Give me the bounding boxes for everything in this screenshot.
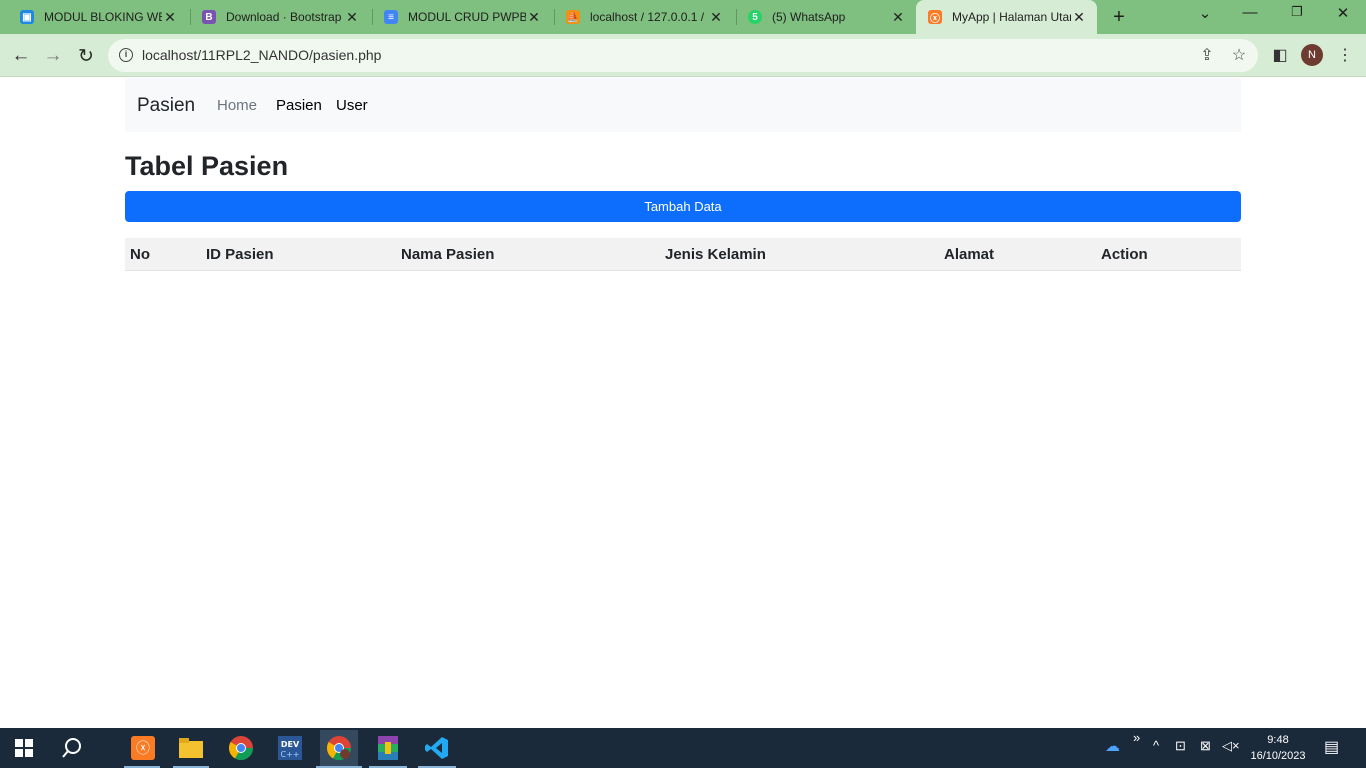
- network-icon[interactable]: ⊡: [1175, 738, 1186, 754]
- bookmark-star-icon[interactable]: ☆: [1228, 45, 1250, 65]
- column-header: Nama Pasien: [401, 246, 495, 263]
- browser-toolbar: ← → ↻ i localhost/11RPL2_NANDO/pasien.ph…: [0, 34, 1366, 77]
- browser-tab[interactable]: B Download · Bootstrap ✕: [190, 0, 370, 34]
- svg-text:DEV: DEV: [281, 740, 300, 749]
- nav-link-home[interactable]: Home: [217, 97, 257, 114]
- meet-now-icon[interactable]: ⊠: [1200, 738, 1211, 754]
- column-header: No: [130, 246, 150, 263]
- browser-tab[interactable]: ≡ MODUL CRUD PWPB ✕: [372, 0, 552, 34]
- svg-text:ⓧ: ⓧ: [136, 741, 150, 757]
- clock-time: 9:48: [1267, 734, 1289, 746]
- window-close-icon[interactable]: ✕: [1333, 4, 1353, 22]
- address-bar[interactable]: i localhost/11RPL2_NANDO/pasien.php ⇪ ☆: [108, 39, 1258, 72]
- tab-title: Download · Bootstrap: [226, 10, 342, 24]
- close-icon[interactable]: ✕: [708, 9, 724, 26]
- table-header-row: No ID Pasien Nama Pasien Jenis Kelamin A…: [125, 238, 1241, 271]
- tab-title: localhost / 127.0.0.1 /: [590, 10, 705, 24]
- site-info-icon[interactable]: i: [119, 48, 133, 62]
- tab-title: MODUL BLOKING WEB: [44, 10, 162, 24]
- file-explorer-icon[interactable]: [177, 734, 205, 762]
- bootstrap-icon: B: [202, 10, 216, 24]
- reload-icon[interactable]: ↻: [73, 43, 99, 69]
- show-hidden-icons-icon[interactable]: ^: [1153, 738, 1159, 753]
- xampp-icon: ⓧ: [928, 10, 942, 25]
- browser-tab-active[interactable]: ⓧ MyApp | Halaman Utama ✕: [916, 0, 1097, 34]
- search-icon[interactable]: [58, 734, 86, 762]
- menu-kebab-icon[interactable]: ⋮: [1335, 45, 1355, 65]
- volume-muted-icon[interactable]: ◁×: [1222, 738, 1240, 754]
- side-panel-icon[interactable]: ◧: [1270, 45, 1290, 65]
- column-header: Action: [1101, 246, 1148, 263]
- site-navbar: Pasien Home Pasien User: [125, 78, 1241, 132]
- tab-title: (5) WhatsApp: [772, 10, 846, 24]
- clock-date: 16/10/2023: [1250, 750, 1306, 762]
- devc-icon[interactable]: DEV C++: [276, 734, 304, 762]
- system-clock[interactable]: 9:48 16/10/2023: [1246, 732, 1310, 764]
- google-classroom-icon: ▣: [20, 10, 34, 24]
- close-icon[interactable]: ✕: [526, 9, 542, 26]
- overflow-chevron-icon[interactable]: »: [1133, 730, 1140, 745]
- close-icon[interactable]: ✕: [344, 9, 360, 26]
- chrome-icon[interactable]: [227, 734, 255, 762]
- svg-text:C++: C++: [281, 750, 300, 759]
- column-header: Alamat: [944, 246, 995, 263]
- vscode-icon[interactable]: [423, 734, 451, 762]
- minimize-icon[interactable]: —: [1240, 4, 1260, 21]
- nav-link-pasien[interactable]: Pasien: [276, 97, 322, 114]
- notification-center-icon[interactable]: ▤: [1324, 737, 1339, 757]
- winrar-icon[interactable]: [374, 734, 402, 762]
- onedrive-icon[interactable]: ☁: [1105, 737, 1120, 755]
- close-icon[interactable]: ✕: [1071, 9, 1087, 26]
- page-title: Tabel Pasien: [125, 151, 289, 181]
- new-tab-button[interactable]: +: [1108, 6, 1130, 29]
- nav-link-user[interactable]: User: [336, 97, 368, 114]
- profile-avatar[interactable]: N: [1301, 44, 1323, 66]
- google-docs-icon: ≡: [384, 10, 398, 24]
- url-text[interactable]: localhost/11RPL2_NANDO/pasien.php: [142, 47, 381, 63]
- chrome-profile-icon[interactable]: [320, 730, 358, 766]
- start-icon[interactable]: [10, 734, 38, 762]
- close-icon[interactable]: ✕: [890, 9, 906, 26]
- close-icon[interactable]: ✕: [162, 9, 178, 26]
- browser-tab[interactable]: 5 (5) WhatsApp ✕: [736, 0, 916, 34]
- xampp-icon[interactable]: ⓧ: [129, 734, 157, 762]
- tab-title: MyApp | Halaman Utama: [952, 10, 1071, 24]
- windows-taskbar: ⓧ DEV C++ ☁ » ^ ⊡ ⊠ ◁× 9:48 16/10/2023 ▤: [0, 728, 1366, 768]
- navbar-brand[interactable]: Pasien: [137, 95, 195, 117]
- browser-tabstrip: ▣ MODUL BLOKING WEB ✕ B Download · Boots…: [0, 0, 1366, 34]
- column-header: ID Pasien: [206, 246, 274, 263]
- add-data-button[interactable]: Tambah Data: [125, 191, 1241, 222]
- page-content: Pasien Home Pasien User Tabel Pasien Tam…: [0, 77, 1366, 728]
- browser-tab[interactable]: ⛵ localhost / 127.0.0.1 / ✕: [554, 0, 734, 34]
- tab-search-icon[interactable]: ⌄: [1195, 4, 1215, 22]
- back-icon[interactable]: ←: [8, 43, 34, 69]
- whatsapp-icon: 5: [748, 10, 762, 24]
- restore-icon[interactable]: ❐: [1287, 4, 1307, 20]
- column-header: Jenis Kelamin: [665, 246, 766, 263]
- forward-icon[interactable]: →: [40, 43, 66, 69]
- tab-title: MODUL CRUD PWPB: [408, 10, 526, 24]
- browser-tab[interactable]: ▣ MODUL BLOKING WEB ✕: [8, 0, 188, 34]
- phpmyadmin-icon: ⛵: [566, 10, 580, 24]
- share-icon[interactable]: ⇪: [1196, 45, 1218, 65]
